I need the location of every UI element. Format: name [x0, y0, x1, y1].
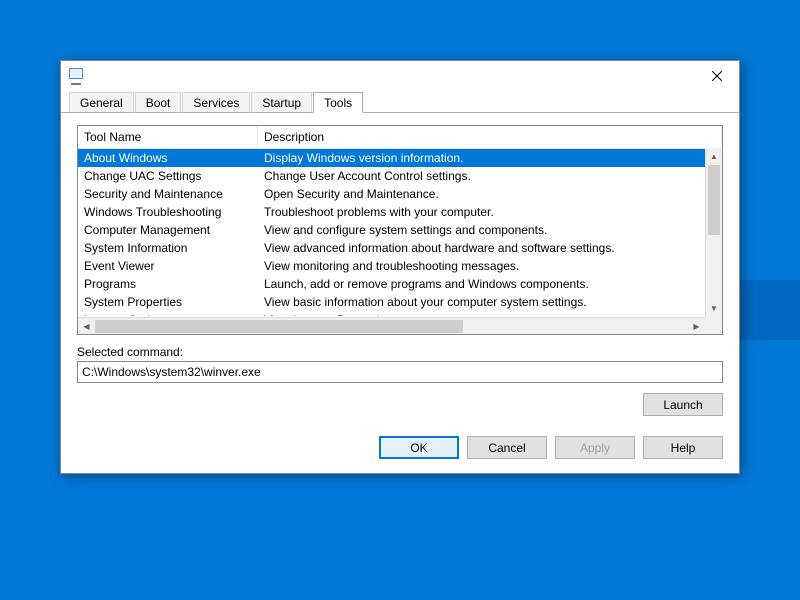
desktop-accent	[740, 280, 800, 340]
table-row[interactable]: System PropertiesView basic information …	[78, 293, 722, 311]
table-row[interactable]: Internet OptionsView Internet Properties…	[78, 311, 722, 316]
tool-desc-cell: View advanced information about hardware…	[258, 239, 722, 257]
table-row[interactable]: System InformationView advanced informat…	[78, 239, 722, 257]
tool-name-cell: Change UAC Settings	[78, 167, 258, 185]
apply-button[interactable]: Apply	[555, 436, 635, 459]
tool-name-cell: About Windows	[78, 149, 258, 167]
tools-list[interactable]: Tool Name Description About WindowsDispl…	[77, 125, 723, 335]
tab-startup[interactable]: Startup	[251, 92, 312, 113]
hscroll-thumb[interactable]	[95, 320, 463, 333]
table-row[interactable]: Windows TroubleshootingTroubleshoot prob…	[78, 203, 722, 221]
tool-desc-cell: Change User Account Control settings.	[258, 167, 722, 185]
tool-name-cell: System Properties	[78, 293, 258, 311]
tool-name-cell: Computer Management	[78, 221, 258, 239]
tool-desc-cell: View Internet Properties.	[258, 311, 722, 316]
tool-desc-cell: Troubleshoot problems with your computer…	[258, 203, 722, 221]
scroll-left-icon[interactable]: ◀	[78, 318, 95, 334]
close-button[interactable]	[694, 61, 739, 91]
tool-desc-cell: View basic information about your comput…	[258, 293, 722, 311]
tool-name-cell: System Information	[78, 239, 258, 257]
tool-name-cell: Internet Options	[78, 311, 258, 316]
list-header[interactable]: Tool Name Description	[78, 126, 722, 149]
vscroll-thumb[interactable]	[708, 165, 720, 235]
tab-tools[interactable]: Tools	[313, 92, 363, 113]
table-row[interactable]: Security and MaintenanceOpen Security an…	[78, 185, 722, 203]
tabstrip: GeneralBootServicesStartupTools	[61, 91, 739, 113]
list-body[interactable]: About WindowsDisplay Windows version inf…	[78, 149, 722, 316]
table-row[interactable]: Change UAC SettingsChange User Account C…	[78, 167, 722, 185]
col-header-name[interactable]: Tool Name	[78, 126, 258, 148]
tool-desc-cell: Display Windows version information.	[258, 149, 722, 167]
selected-command-field[interactable]	[77, 361, 723, 383]
table-row[interactable]: Event ViewerView monitoring and troubles…	[78, 257, 722, 275]
msconfig-dialog: GeneralBootServicesStartupTools Tool Nam…	[60, 60, 740, 474]
tab-boot[interactable]: Boot	[135, 92, 182, 113]
tool-desc-cell: View and configure system settings and c…	[258, 221, 722, 239]
tab-general[interactable]: General	[69, 92, 134, 113]
scroll-up-icon[interactable]: ▲	[706, 148, 722, 165]
col-header-description[interactable]: Description	[258, 126, 722, 148]
tool-desc-cell: View monitoring and troubleshooting mess…	[258, 257, 722, 275]
table-row[interactable]: About WindowsDisplay Windows version inf…	[78, 149, 722, 167]
ok-button[interactable]: OK	[379, 436, 459, 459]
app-icon	[69, 68, 85, 84]
table-row[interactable]: Computer ManagementView and configure sy…	[78, 221, 722, 239]
scroll-corner	[705, 317, 722, 334]
tab-services[interactable]: Services	[182, 92, 250, 113]
tool-name-cell: Security and Maintenance	[78, 185, 258, 203]
dialog-button-bar: OK Cancel Apply Help	[61, 428, 739, 473]
scroll-down-icon[interactable]: ▼	[706, 300, 722, 317]
tool-desc-cell: Launch, add or remove programs and Windo…	[258, 275, 722, 293]
help-button[interactable]: Help	[643, 436, 723, 459]
tool-name-cell: Windows Troubleshooting	[78, 203, 258, 221]
titlebar[interactable]	[61, 61, 739, 91]
tool-name-cell: Programs	[78, 275, 258, 293]
cancel-button[interactable]: Cancel	[467, 436, 547, 459]
tool-desc-cell: Open Security and Maintenance.	[258, 185, 722, 203]
vertical-scrollbar[interactable]: ▲ ▼	[705, 148, 722, 317]
scroll-right-icon[interactable]: ▶	[688, 318, 705, 334]
launch-button[interactable]: Launch	[643, 393, 723, 416]
tab-tools-content: Tool Name Description About WindowsDispl…	[61, 113, 739, 428]
table-row[interactable]: ProgramsLaunch, add or remove programs a…	[78, 275, 722, 293]
tool-name-cell: Event Viewer	[78, 257, 258, 275]
close-icon	[712, 71, 722, 81]
horizontal-scrollbar[interactable]: ◀ ▶	[78, 317, 705, 334]
selected-command-label: Selected command:	[77, 345, 723, 359]
